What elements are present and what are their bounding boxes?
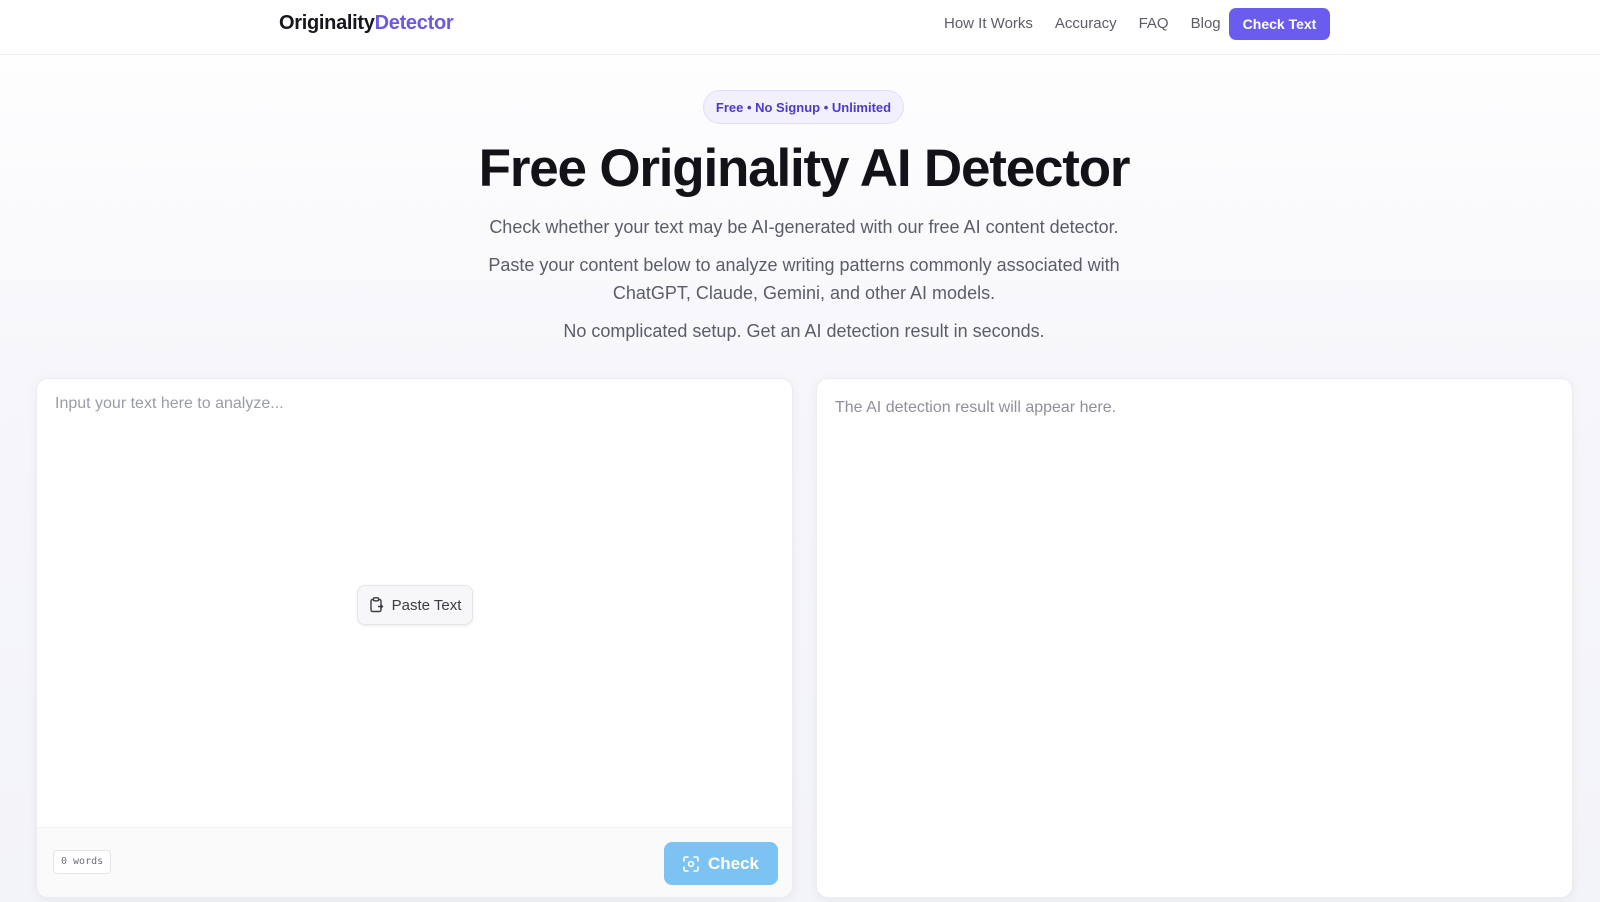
paste-text-label: Paste Text xyxy=(391,596,462,614)
site-header: OriginalityDetector How It Works Accurac… xyxy=(0,0,1600,55)
logo-text-main: Originality xyxy=(279,12,375,34)
hero-subtitle-3: No complicated setup. Get an AI detectio… xyxy=(563,321,1045,341)
check-button-label: Check xyxy=(707,853,760,873)
nav-link-accuracy[interactable]: Accuracy xyxy=(1055,14,1117,34)
scan-icon xyxy=(683,855,699,872)
result-placeholder: The AI detection result will appear here… xyxy=(835,399,1117,416)
word-count-badge: 0 words xyxy=(53,850,112,874)
nav-link-how-it-works[interactable]: How It Works xyxy=(944,14,1033,34)
hero-subtitle-1: Check whether your text may be AI-genera… xyxy=(489,217,1119,237)
result-panel: The AI detection result will appear here… xyxy=(816,378,1573,898)
clipboard-icon xyxy=(369,597,383,613)
input-panel: Paste Text 0 words Check xyxy=(36,378,793,898)
hero-subtitle-2: Paste your content below to analyze writ… xyxy=(488,255,1120,303)
check-button[interactable]: Check xyxy=(664,842,778,885)
logo-text-accent: Detector xyxy=(374,12,454,34)
paste-text-button[interactable]: Paste Text xyxy=(357,585,473,625)
page-title: Free Originality AI Detector xyxy=(478,139,1131,198)
site-logo[interactable]: OriginalityDetector xyxy=(279,12,454,35)
nav-link-blog[interactable]: Blog xyxy=(1191,14,1221,34)
nav-link-faq[interactable]: FAQ xyxy=(1139,14,1169,34)
check-text-button[interactable]: Check Text xyxy=(1229,8,1330,40)
feature-pill: Free • No Signup • Unlimited xyxy=(703,90,904,124)
input-panel-footer: 0 words Check xyxy=(37,827,792,897)
main-nav: How It Works Accuracy FAQ Blog xyxy=(944,14,1243,34)
